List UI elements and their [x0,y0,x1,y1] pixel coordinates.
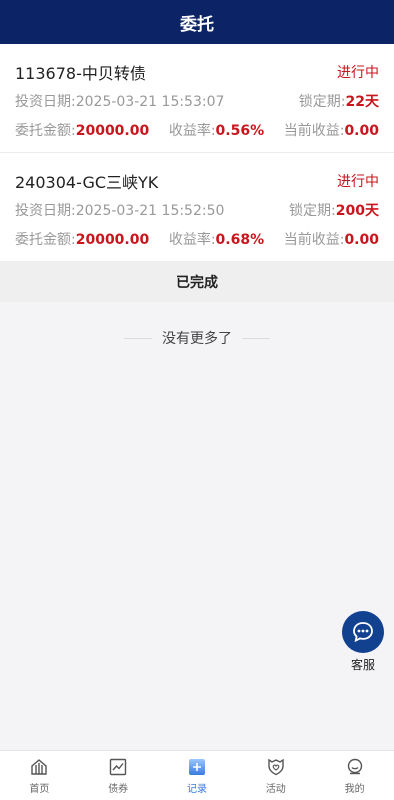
bottom-tab-bar: 首页 债券 记录 活动 我的 [0,750,394,800]
yield-rate: 0.68% [215,231,265,248]
tab-label: 记录 [186,783,207,795]
service-label: 客服 [350,658,375,672]
no-more-text: 没有更多了 [162,331,232,347]
yield-rate: 0.56% [215,122,265,139]
tab-home[interactable]: 首页 [0,751,79,800]
tab-label: 我的 [344,783,365,795]
page-title: 委托 [180,14,214,35]
invest-date: 2025-03-21 15:52:50 [75,202,225,219]
customer-service-button[interactable]: 客服 [342,611,384,673]
tab-bonds[interactable]: 债券 [79,751,158,800]
order-amount: 20000.00 [75,231,150,248]
tab-label: 活动 [265,783,286,795]
order-status: 进行中 [337,174,379,190]
page-header: 委托 [0,0,394,44]
order-name: 240304-GC三峡YK [15,173,159,192]
lock-label: 锁定期: [298,93,346,110]
home-icon [31,758,48,775]
lock-period: 200天 [335,202,379,219]
invest-date: 2025-03-21 15:53:07 [75,93,225,110]
date-label: 投资日期: [15,93,76,110]
user-chat-icon [347,758,362,774]
tab-activity[interactable]: 活动 [236,751,315,800]
amount-label: 委托金额: [15,122,76,139]
order-card[interactable]: 113678-中贝转债 进行中 投资日期:2025-03-21 15:53:07… [0,44,394,153]
amount-label: 委托金额: [15,231,76,248]
tab-label: 首页 [29,783,50,795]
divider [242,337,270,339]
rate-label: 收益率: [168,231,216,248]
heart-badge-icon [268,758,284,775]
order-name: 113678-中贝转债 [15,64,146,83]
completed-label: 已完成 [176,275,218,291]
income-label: 当前收益: [283,231,345,248]
tab-label: 债券 [108,783,129,795]
tab-records[interactable]: 记录 [158,751,237,800]
chat-icon[interactable] [342,611,384,653]
completed-section-header[interactable]: 已完成 [0,262,394,302]
lock-period: 22天 [345,93,379,110]
date-label: 投资日期: [15,202,76,219]
chart-icon [109,758,127,775]
order-status: 进行中 [337,65,379,81]
tab-mine[interactable]: 我的 [315,751,394,800]
plus-icon [188,758,205,775]
lock-label: 锁定期: [289,202,336,219]
order-card[interactable]: 240304-GC三峡YK 进行中 投资日期:2025-03-21 15:52:… [0,153,394,262]
income-label: 当前收益: [283,122,345,139]
no-more-indicator: 没有更多了 [0,328,394,348]
current-income: 0.00 [344,231,379,248]
rate-label: 收益率: [168,122,216,139]
current-income: 0.00 [344,122,379,139]
divider [124,337,152,339]
order-amount: 20000.00 [75,122,150,139]
